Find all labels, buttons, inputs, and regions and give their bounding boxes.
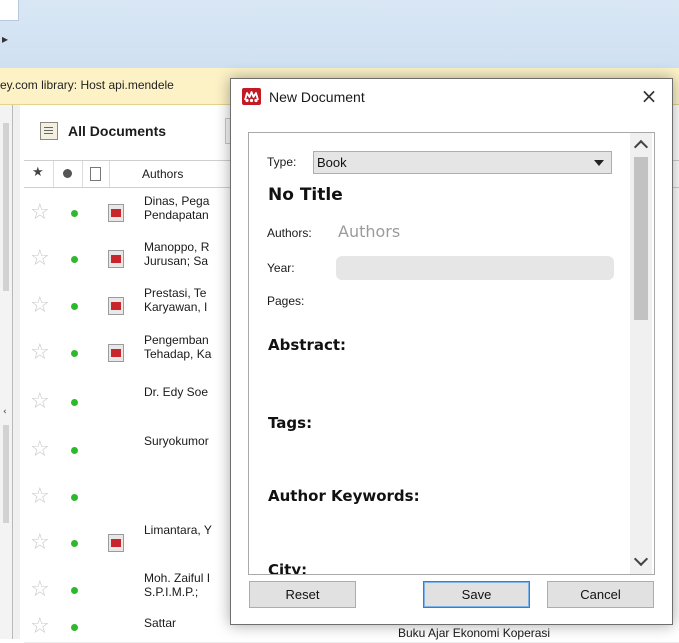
scroll-down-icon[interactable] (633, 551, 649, 567)
pdf-file-icon[interactable] (108, 204, 124, 222)
pdf-file-icon[interactable] (108, 250, 124, 268)
save-button[interactable]: Save (423, 581, 530, 608)
type-label: Type: (267, 155, 297, 169)
type-select[interactable]: Book (313, 151, 612, 174)
notice-text: ey.com library: Host api.mendele (0, 78, 174, 92)
dialog-title: New Document (269, 89, 365, 105)
favorite-star-icon[interactable]: ☆ (30, 532, 50, 554)
row-authors: Pengemban Tehadap, Ka (144, 333, 212, 361)
new-document-dialog: New Document × Type: Book No Title Autho… (230, 78, 673, 625)
chevron-down-icon (594, 160, 604, 166)
all-documents-label[interactable]: All Documents (68, 123, 166, 139)
favorite-star-icon[interactable]: ☆ (30, 202, 50, 224)
read-status-dot-icon[interactable] (71, 302, 78, 310)
left-scrollbar-thumb[interactable] (3, 123, 9, 291)
row-authors: Prestasi, Te Karyawan, I (144, 286, 208, 314)
type-select-value: Book (317, 155, 347, 170)
app-toolbar-area: ▸ (0, 0, 679, 68)
favorite-star-icon[interactable]: ☆ (30, 439, 50, 461)
details-scrollbar[interactable] (630, 133, 652, 574)
pdf-file-icon[interactable] (108, 534, 124, 552)
cancel-button[interactable]: Cancel (547, 581, 654, 608)
favorite-column-star-icon[interactable]: ★ (32, 165, 44, 180)
splitter-arrow-icon[interactable]: ‹ (3, 407, 7, 417)
document-details-panel: Type: Book No Title Authors: Authors Yea… (248, 132, 655, 575)
read-status-dot-icon[interactable] (71, 256, 78, 263)
pdf-file-icon[interactable] (108, 296, 124, 315)
expand-arrow-icon[interactable]: ▸ (2, 32, 8, 46)
authors-column-header[interactable]: Authors (142, 167, 183, 181)
window-tab[interactable] (0, 0, 19, 21)
left-scrollbar-thumb-lower[interactable] (3, 425, 9, 523)
close-icon[interactable]: × (638, 85, 660, 107)
row-title: Buku Ajar Ekonomi Koperasi (398, 626, 551, 640)
file-column-icon[interactable] (90, 167, 101, 181)
pdf-file-icon[interactable] (108, 344, 124, 362)
row-authors: Moh. Zaiful I S.P.I.M.P.; (144, 571, 211, 599)
scrollbar-thumb[interactable] (634, 157, 648, 320)
favorite-star-icon[interactable]: ☆ (30, 485, 50, 508)
read-status-dot-icon[interactable] (71, 210, 78, 217)
favorite-star-icon[interactable]: ☆ (30, 248, 50, 270)
favorite-star-icon[interactable]: ☆ (30, 616, 50, 638)
favorite-star-icon[interactable]: ☆ (30, 390, 50, 413)
row-authors: Manoppo, R Jurusan; Sa (144, 240, 210, 268)
year-input[interactable] (336, 256, 614, 280)
read-status-column-icon[interactable] (63, 169, 72, 178)
row-authors: Dr. Edy Soe (144, 385, 209, 399)
authors-input[interactable]: Authors (338, 222, 400, 241)
read-status-dot-icon[interactable] (71, 624, 78, 631)
left-panel-edge: ‹ (0, 105, 13, 639)
row-authors: Dinas, Pega Pendapatan (144, 194, 210, 222)
title-field[interactable]: No Title (268, 185, 343, 205)
year-label: Year: (267, 261, 295, 275)
read-status-dot-icon[interactable] (71, 447, 78, 454)
favorite-star-icon[interactable]: ☆ (30, 342, 50, 364)
tags-heading[interactable]: Tags: (268, 414, 312, 432)
read-status-dot-icon[interactable] (71, 398, 78, 406)
pages-label: Pages: (267, 294, 305, 308)
all-documents-icon (40, 122, 58, 140)
read-status-dot-icon[interactable] (71, 586, 78, 594)
row-authors: Sattar (144, 616, 177, 630)
dialog-title-bar[interactable]: New Document × (231, 79, 672, 115)
author-keywords-heading[interactable]: Author Keywords: (268, 487, 420, 505)
favorite-star-icon[interactable]: ☆ (30, 578, 50, 601)
mendeley-logo-icon (242, 88, 261, 105)
reset-button[interactable]: Reset (249, 581, 356, 608)
row-authors: Suryokumor (144, 434, 209, 448)
city-heading[interactable]: City: (268, 561, 307, 574)
read-status-dot-icon[interactable] (71, 350, 78, 357)
read-status-dot-icon[interactable] (71, 493, 78, 501)
read-status-dot-icon[interactable] (71, 540, 78, 547)
row-authors: Limantara, Y (144, 523, 212, 537)
favorite-star-icon[interactable]: ☆ (30, 294, 50, 317)
abstract-heading[interactable]: Abstract: (268, 336, 346, 354)
authors-label: Authors: (267, 226, 312, 240)
scroll-up-icon[interactable] (633, 139, 649, 155)
